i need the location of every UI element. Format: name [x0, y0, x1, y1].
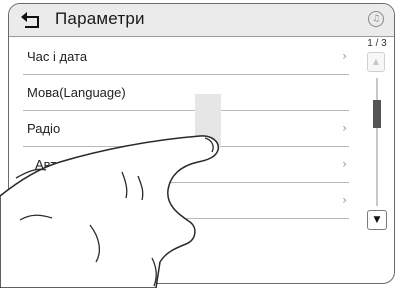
- list-item-language[interactable]: Мова(Language): [23, 75, 349, 111]
- music-note-icon[interactable]: ♫: [368, 11, 384, 27]
- list-item-label: Автомобіль: [35, 157, 105, 172]
- settings-screen: Параметри ♫ Час і дата › Мова(Language) …: [8, 3, 395, 284]
- list-item-radio[interactable]: Радіо ›: [23, 111, 349, 147]
- scroll-down-button[interactable]: ▼: [367, 210, 387, 230]
- list-item-label: Час і дата: [27, 49, 88, 64]
- back-button[interactable]: [19, 10, 43, 30]
- scroll-thumb[interactable]: [373, 100, 381, 128]
- list-item-vehicle[interactable]: Автомобіль ›: [23, 147, 349, 183]
- chevron-right-icon: ›: [342, 157, 347, 171]
- scroll-up-button[interactable]: ▲: [367, 52, 385, 72]
- touch-highlight: [195, 94, 221, 148]
- header-bar: Параметри ♫: [9, 4, 394, 37]
- scrollbar[interactable]: 1 / 3 ▲ ▼: [364, 38, 390, 246]
- page-title: Параметри: [55, 9, 145, 28]
- scroll-track[interactable]: [376, 78, 378, 206]
- page-indicator: 1 / 3: [367, 38, 387, 49]
- chevron-right-icon: ›: [342, 193, 347, 207]
- chevron-right-icon: ›: [342, 49, 347, 63]
- list-item-more[interactable]: ›: [23, 183, 349, 219]
- list-item-label: Мова(Language): [27, 85, 126, 100]
- chevron-right-icon: ›: [342, 121, 347, 135]
- list-item-time-date[interactable]: Час і дата ›: [23, 39, 349, 75]
- back-arrow-icon: [21, 12, 39, 28]
- list-item-label: Радіо: [27, 121, 61, 136]
